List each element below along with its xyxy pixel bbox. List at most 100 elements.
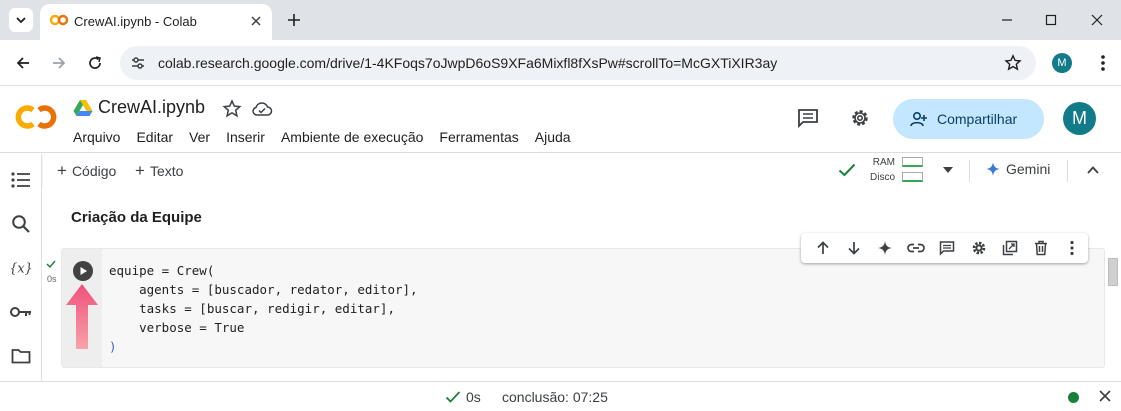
url-text[interactable]: colab.research.google.com/drive/1-4KFoqs… xyxy=(158,55,777,71)
reload-button[interactable] xyxy=(83,51,107,75)
cell-toolbar xyxy=(801,233,1088,263)
colab-favicon-icon xyxy=(50,14,68,26)
minimize-button[interactable] xyxy=(992,8,1022,32)
address-bar[interactable]: colab.research.google.com/drive/1-4KFoqs… xyxy=(120,46,1036,80)
add-code-button[interactable]: + Código xyxy=(57,161,116,181)
toc-icon[interactable] xyxy=(10,169,32,191)
runtime-status-dot[interactable] xyxy=(1068,392,1079,403)
share-button[interactable]: Compartilhar xyxy=(893,99,1044,139)
notebook-title[interactable]: CrewAI.ipynb xyxy=(98,97,205,118)
bookmark-star-icon[interactable] xyxy=(1004,54,1022,72)
cloud-saved-icon[interactable] xyxy=(251,99,273,119)
menu-ambiente-execucao[interactable]: Ambiente de execução xyxy=(281,129,423,145)
arrow-right-icon xyxy=(53,57,66,69)
add-code-label: Código xyxy=(71,163,117,179)
share-button-label: Compartilhar xyxy=(937,111,1018,127)
settings-icon[interactable] xyxy=(963,237,994,259)
colab-logo-icon[interactable] xyxy=(14,102,58,132)
browser-toolbar: colab.research.google.com/drive/1-4KFoqs… xyxy=(0,40,1121,86)
tab-title: CrewAI.ipynb - Colab xyxy=(74,14,197,29)
toolbar-divider xyxy=(1067,160,1068,182)
more-vert-icon[interactable] xyxy=(1094,53,1112,73)
plus-icon xyxy=(288,14,300,26)
move-up-icon[interactable] xyxy=(807,237,838,259)
link-icon[interactable] xyxy=(901,237,932,259)
maximize-icon xyxy=(1045,14,1057,26)
add-text-label: Texto xyxy=(149,163,184,179)
check-icon xyxy=(445,391,461,403)
code-line-4: verbose = True xyxy=(109,320,245,335)
plus-icon: + xyxy=(135,161,145,180)
resource-bars[interactable] xyxy=(902,157,923,187)
maximize-button[interactable] xyxy=(1036,8,1066,32)
ram-label: RAM xyxy=(872,157,896,168)
ram-usage-bar xyxy=(902,157,923,167)
back-button[interactable] xyxy=(11,51,35,75)
gemini-sparkle-icon xyxy=(986,162,1000,176)
settings-gear-icon[interactable] xyxy=(849,107,871,129)
variables-icon[interactable]: {x} xyxy=(10,257,32,279)
browser-tab-active[interactable]: CrewAI.ipynb - Colab xyxy=(40,4,272,40)
browser-profile-avatar[interactable]: M xyxy=(1052,53,1072,73)
status-completion: conclusão: 07:25 xyxy=(502,389,608,405)
people-add-icon xyxy=(910,111,927,127)
close-icon[interactable] xyxy=(250,15,262,27)
status-elapsed: 0s xyxy=(466,389,481,405)
caret-down-icon[interactable] xyxy=(942,166,954,174)
disk-usage-bar xyxy=(902,172,923,182)
new-tab-button[interactable] xyxy=(283,9,305,31)
close-icon[interactable] xyxy=(1099,390,1111,402)
arrow-left-icon xyxy=(16,57,29,69)
key-icon[interactable] xyxy=(10,301,32,323)
content-scrollbar[interactable] xyxy=(1108,258,1118,286)
more-vert-icon[interactable] xyxy=(1057,237,1088,259)
comments-icon[interactable] xyxy=(797,107,819,129)
play-icon xyxy=(80,267,87,275)
run-cell-button[interactable] xyxy=(73,261,93,281)
forward-button[interactable] xyxy=(47,51,71,75)
menu-ajuda[interactable]: Ajuda xyxy=(535,129,571,145)
window-close-button[interactable] xyxy=(1082,8,1112,32)
account-avatar[interactable]: M xyxy=(1063,102,1096,135)
minimize-icon xyxy=(1002,19,1012,21)
search-icon[interactable] xyxy=(10,213,32,235)
status-bar: 0s conclusão: 07:25 xyxy=(0,381,1121,411)
pointer-arrow-annotation xyxy=(66,284,98,349)
connected-check-icon xyxy=(838,163,856,177)
resource-monitor[interactable]: RAM Disco xyxy=(870,155,895,185)
colab-header: CrewAI.ipynb Arquivo Editar Ver Inserir … xyxy=(0,87,1121,153)
site-info-icon[interactable] xyxy=(130,55,146,71)
menu-editar[interactable]: Editar xyxy=(136,129,173,145)
tab-search-button[interactable] xyxy=(9,8,33,32)
toolbar-divider xyxy=(969,160,970,182)
code-editor[interactable]: equipe = Crew( agents = [buscador, redat… xyxy=(109,261,418,356)
move-down-icon[interactable] xyxy=(838,237,869,259)
gemini-button[interactable]: Gemini xyxy=(986,161,1050,177)
code-cell[interactable]: equipe = Crew( agents = [buscador, redat… xyxy=(62,249,1104,367)
close-icon xyxy=(1091,14,1103,26)
menu-ver[interactable]: Ver xyxy=(189,129,210,145)
delete-icon[interactable] xyxy=(1026,237,1057,259)
add-text-button[interactable]: + Texto xyxy=(135,161,183,181)
left-sidebar: {x} xyxy=(0,154,42,381)
disk-label: Disco xyxy=(870,172,896,183)
mirror-cell-icon[interactable] xyxy=(994,237,1025,259)
reload-icon xyxy=(89,56,101,69)
svg-text:{x}: {x} xyxy=(10,262,32,277)
menu-inserir[interactable]: Inserir xyxy=(226,129,265,145)
code-line-1: equipe = Crew( xyxy=(109,263,215,278)
colab-menu-bar: Arquivo Editar Ver Inserir Ambiente de e… xyxy=(73,129,587,145)
code-line-5: ) xyxy=(109,339,117,354)
star-icon[interactable] xyxy=(222,99,242,119)
code-line-3: tasks = [buscar, redigir, editar], xyxy=(109,301,395,316)
folder-icon[interactable] xyxy=(10,345,32,367)
cell-exec-time: 0s xyxy=(47,274,57,284)
notebook-toolbar: + Código + Texto RAM Disco Gemini xyxy=(43,154,1121,187)
chevron-up-icon[interactable] xyxy=(1086,163,1100,177)
google-drive-icon[interactable] xyxy=(73,99,93,117)
menu-ferramentas[interactable]: Ferramentas xyxy=(439,129,518,145)
gemini-sparkle-icon[interactable] xyxy=(869,237,900,259)
code-line-2: agents = [buscador, redator, editor], xyxy=(109,282,418,297)
comment-icon[interactable] xyxy=(932,237,963,259)
menu-arquivo[interactable]: Arquivo xyxy=(73,129,120,145)
